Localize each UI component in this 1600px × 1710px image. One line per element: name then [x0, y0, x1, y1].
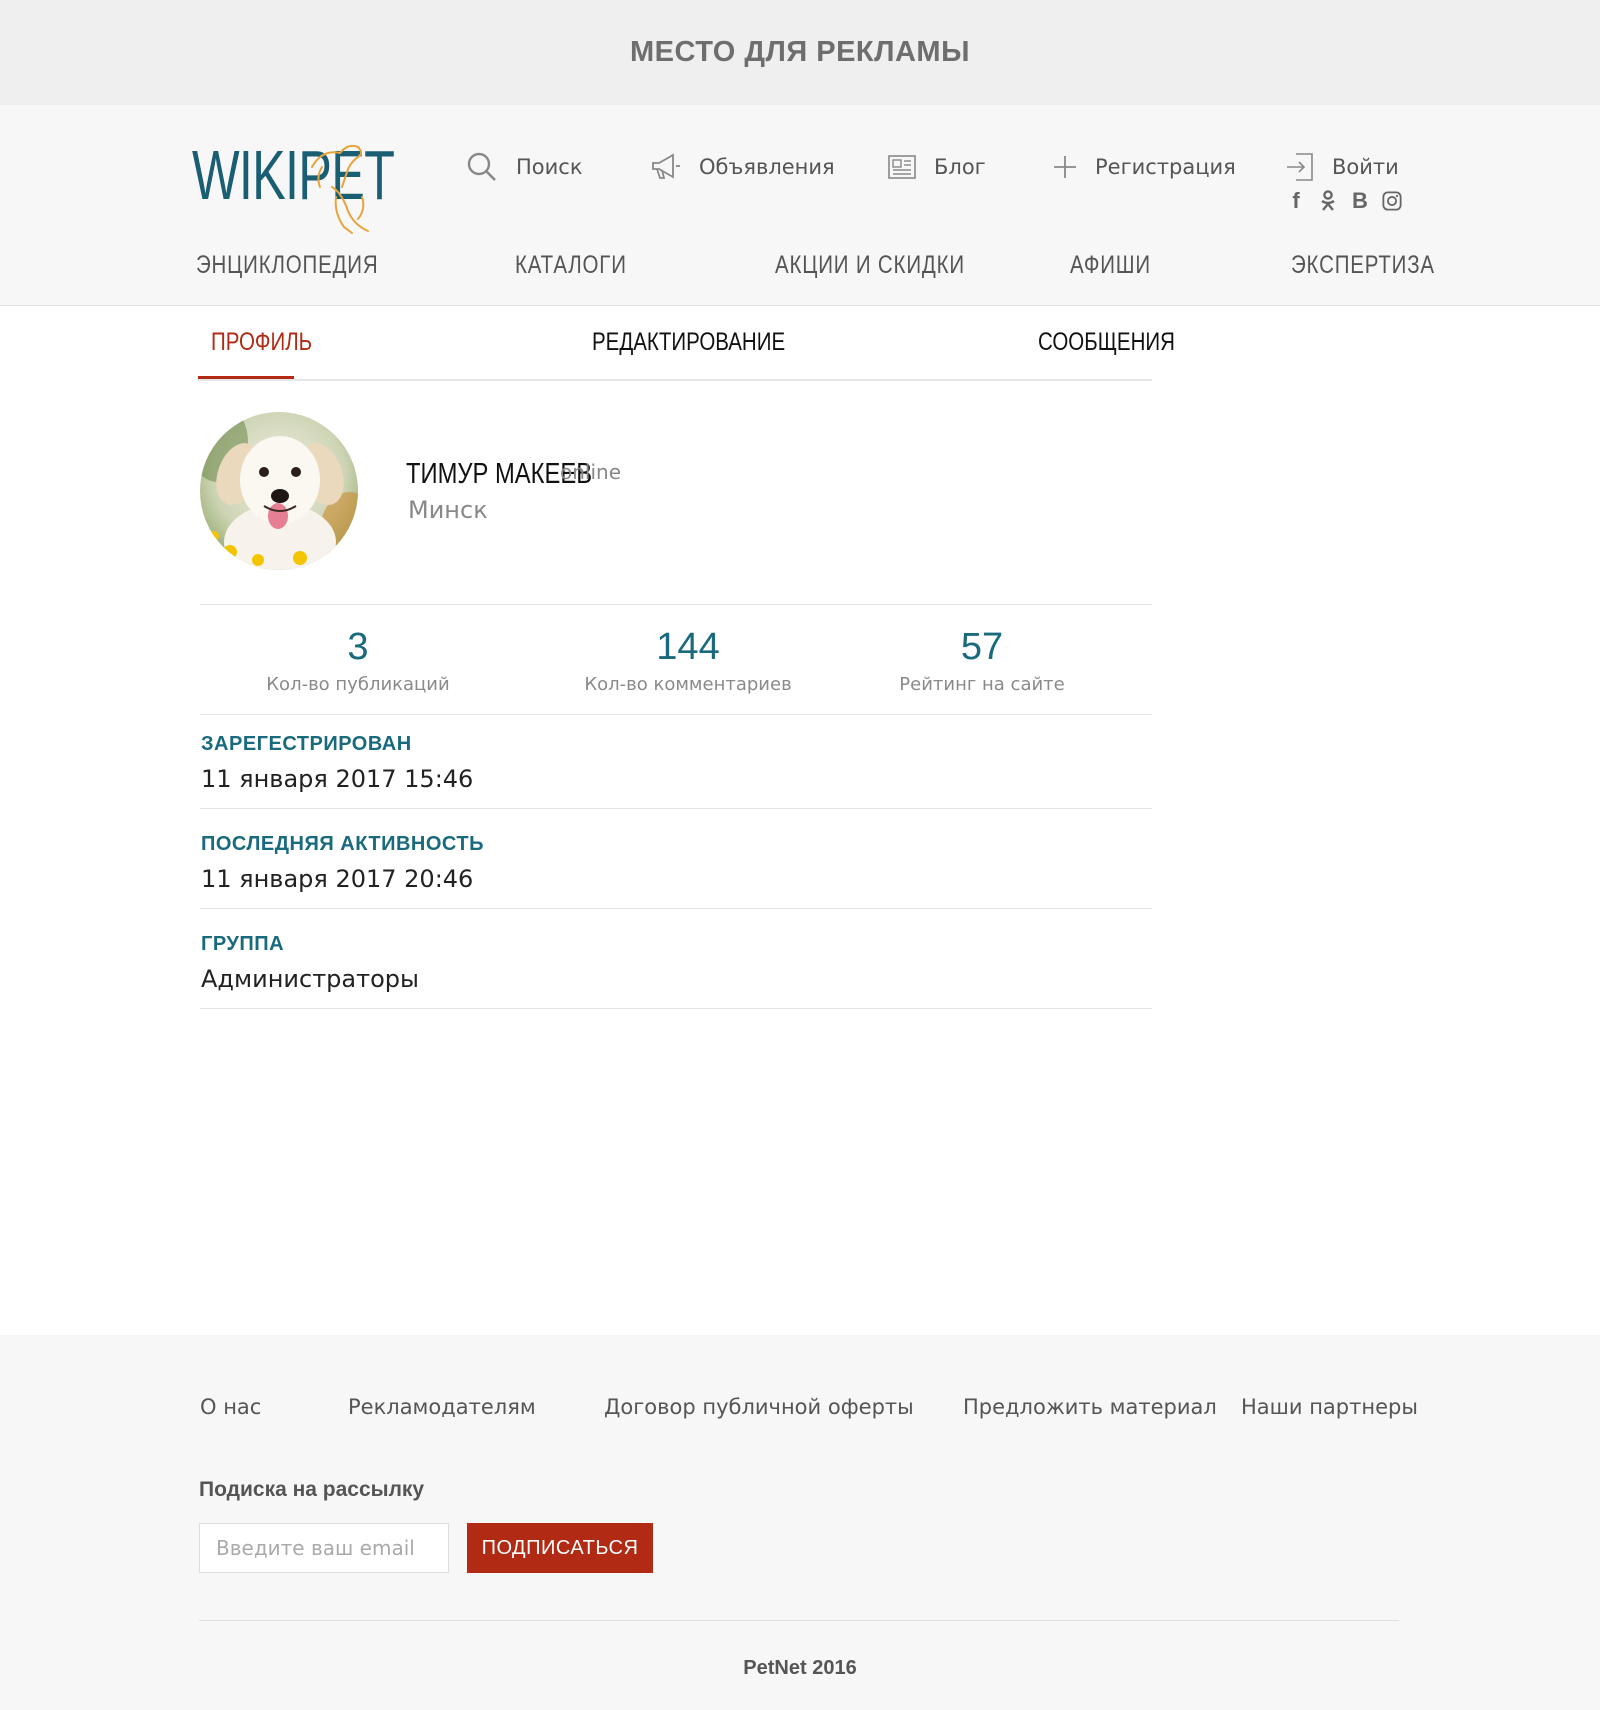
tab-profile[interactable]: ПРОФИЛЬ	[211, 327, 334, 357]
nav-blog-label: Блог	[934, 155, 986, 179]
mainnav-catalogs-label: КАТАЛОГИ	[515, 251, 627, 279]
registered-label: ЗАРЕГЕСТРИРОВАН	[201, 733, 412, 755]
mainnav-posters-label: АФИШИ	[1070, 251, 1151, 279]
mainnav-posters[interactable]: АФИШИ	[1070, 250, 1169, 286]
logo-pets-icon	[311, 144, 369, 234]
tab-edit[interactable]: РЕДАКТИРОВАНИЕ	[592, 327, 828, 357]
footer-link-about[interactable]: О нас	[200, 1395, 261, 1419]
megaphone-icon	[652, 153, 680, 179]
active-tab-indicator	[198, 376, 294, 379]
group-label: ГРУППА	[201, 933, 285, 955]
nav-ads-label: Объявления	[699, 155, 835, 179]
site-logo[interactable]: WIKIPET	[192, 135, 395, 235]
stat-publications-value: 3	[347, 626, 369, 668]
plus-icon	[1054, 156, 1076, 178]
email-input[interactable]	[199, 1523, 449, 1573]
social-links: f B	[1286, 188, 1402, 213]
footer-link-suggest[interactable]: Предложить материал	[963, 1395, 1217, 1419]
stat-rating-label: Рейтинг на сайте	[899, 674, 1065, 695]
search-icon	[467, 152, 496, 181]
nav-register-label: Регистрация	[1095, 155, 1236, 179]
dog-avatar-image	[200, 412, 358, 570]
mainnav-encyclopedia[interactable]: ЭНЦИКЛОПЕДИЯ	[196, 250, 419, 286]
subscribe-button[interactable]: ПОДПИСАТЬСЯ	[467, 1523, 653, 1573]
nav-login-label: Войти	[1332, 155, 1399, 179]
divider	[200, 908, 1152, 909]
nav-ads[interactable]: Объявления	[651, 147, 835, 187]
tab-edit-label: РЕДАКТИРОВАНИЕ	[592, 328, 786, 356]
stat-comments: 144 Кол-во комментариев	[558, 626, 818, 695]
online-status: online	[560, 460, 622, 484]
ad-banner-text: МЕСТО ДЛЯ РЕКЛАМЫ	[630, 36, 970, 68]
mainnav-expertise[interactable]: ЭКСПЕРТИЗА	[1291, 250, 1467, 286]
stat-comments-label: Кол-во комментариев	[584, 674, 792, 695]
site-footer: О нас Рекламодателям Договор публичной о…	[0, 1335, 1600, 1710]
footer-link-offer[interactable]: Договор публичной оферты	[604, 1395, 914, 1419]
divider	[200, 1008, 1152, 1009]
avatar[interactable]	[200, 412, 358, 570]
tab-messages[interactable]: СООБЩЕНИЯ	[1038, 327, 1205, 357]
mainnav-catalogs[interactable]: КАТАЛОГИ	[515, 250, 651, 286]
profile-tabs: ПРОФИЛЬ РЕДАКТИРОВАНИЕ СООБЩЕНИЯ	[198, 305, 1175, 381]
nav-search-label: Поиск	[516, 155, 583, 179]
ad-banner[interactable]: МЕСТО ДЛЯ РЕКЛАМЫ	[0, 0, 1600, 105]
tab-profile-label: ПРОФИЛЬ	[211, 328, 313, 356]
nav-blog[interactable]: Блог	[888, 147, 986, 187]
stat-publications-label: Кол-во публикаций	[266, 674, 450, 695]
nav-search[interactable]: Поиск	[466, 147, 583, 187]
newspaper-icon	[888, 155, 916, 179]
mainnav-promos-label: АКЦИИ И СКИДКИ	[775, 251, 965, 279]
mainnav-expertise-label: ЭКСПЕРТИЗА	[1291, 251, 1435, 279]
mainnav-encyclopedia-label: ЭНЦИКЛОПЕДИЯ	[196, 251, 379, 279]
instagram-icon[interactable]	[1382, 189, 1402, 213]
stat-comments-value: 144	[656, 626, 720, 668]
last-activity-value: 11 января 2017 20:46	[201, 865, 474, 893]
footer-link-advertisers[interactable]: Рекламодателям	[348, 1395, 536, 1419]
registered-value: 11 января 2017 15:46	[201, 765, 474, 793]
nav-login[interactable]: Войти	[1286, 147, 1399, 187]
nav-register[interactable]: Регистрация	[1053, 147, 1236, 187]
last-activity-label: ПОСЛЕДНЯЯ АКТИВНОСТЬ	[201, 833, 484, 855]
divider	[200, 808, 1152, 809]
vkontakte-icon[interactable]: B	[1350, 188, 1370, 213]
stat-rating: 57 Рейтинг на сайте	[852, 626, 1112, 695]
subscribe-title: Подиска на рассылку	[199, 1478, 425, 1501]
stat-publications: 3 Кол-во публикаций	[228, 626, 488, 695]
login-icon	[1287, 153, 1313, 181]
tab-messages-label: СООБЩЕНИЯ	[1038, 328, 1175, 356]
stat-rating-value: 57	[960, 626, 1004, 668]
facebook-icon[interactable]: f	[1286, 188, 1306, 213]
copyright: PetNet 2016	[743, 1657, 857, 1679]
mainnav-promos[interactable]: АКЦИИ И СКИДКИ	[775, 250, 1007, 286]
footer-link-partners[interactable]: Наши партнеры	[1241, 1395, 1418, 1419]
divider	[200, 604, 1152, 605]
divider	[200, 714, 1152, 715]
site-header: WIKIPET Поиск Объявления Блог Регистраци…	[0, 105, 1600, 306]
user-city: Минск	[408, 496, 488, 524]
footer-divider	[199, 1620, 1399, 1621]
group-value: Администраторы	[201, 965, 419, 993]
odnoklassniki-icon[interactable]	[1318, 189, 1338, 213]
